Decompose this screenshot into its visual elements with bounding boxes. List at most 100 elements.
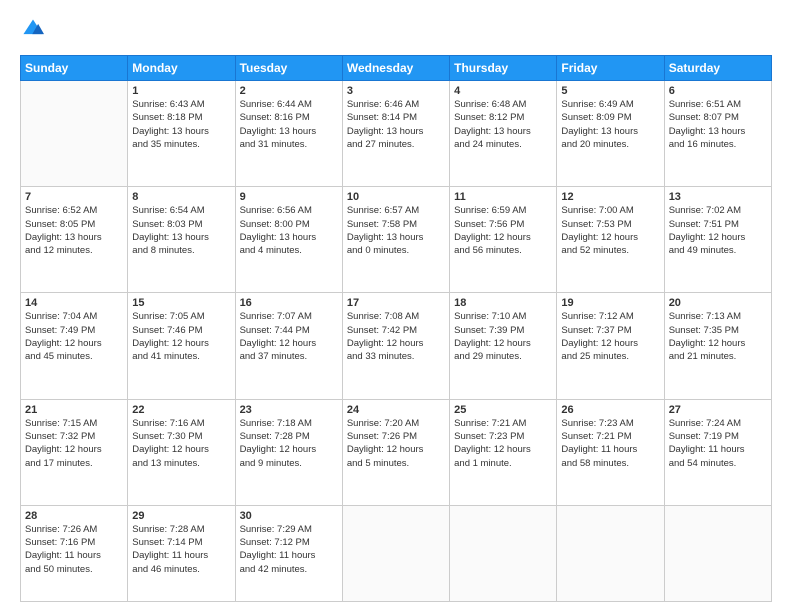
day-number: 29 (132, 510, 230, 522)
calendar-day-header: Sunday (21, 56, 128, 81)
day-number: 9 (240, 191, 338, 203)
day-info: Sunrise: 7:00 AMSunset: 7:53 PMDaylight:… (561, 204, 659, 257)
day-number: 30 (240, 510, 338, 522)
day-info: Sunrise: 7:15 AMSunset: 7:32 PMDaylight:… (25, 417, 123, 470)
calendar-day-cell: 28Sunrise: 7:26 AMSunset: 7:16 PMDayligh… (21, 505, 128, 601)
day-number: 1 (132, 85, 230, 97)
calendar-day-cell (342, 505, 449, 601)
day-info: Sunrise: 6:52 AMSunset: 8:05 PMDaylight:… (25, 204, 123, 257)
calendar-day-header: Monday (128, 56, 235, 81)
calendar-day-header: Tuesday (235, 56, 342, 81)
day-number: 3 (347, 85, 445, 97)
day-number: 23 (240, 404, 338, 416)
calendar-day-cell: 26Sunrise: 7:23 AMSunset: 7:21 PMDayligh… (557, 399, 664, 505)
calendar-day-header: Friday (557, 56, 664, 81)
calendar-day-cell: 12Sunrise: 7:00 AMSunset: 7:53 PMDayligh… (557, 187, 664, 293)
day-info: Sunrise: 7:13 AMSunset: 7:35 PMDaylight:… (669, 310, 767, 363)
day-info: Sunrise: 6:44 AMSunset: 8:16 PMDaylight:… (240, 98, 338, 151)
logo (20, 18, 46, 45)
day-number: 2 (240, 85, 338, 97)
day-info: Sunrise: 6:56 AMSunset: 8:00 PMDaylight:… (240, 204, 338, 257)
calendar-day-cell: 20Sunrise: 7:13 AMSunset: 7:35 PMDayligh… (664, 293, 771, 399)
day-number: 6 (669, 85, 767, 97)
calendar-week-row: 7Sunrise: 6:52 AMSunset: 8:05 PMDaylight… (21, 187, 772, 293)
calendar-day-cell: 4Sunrise: 6:48 AMSunset: 8:12 PMDaylight… (450, 81, 557, 187)
day-number: 22 (132, 404, 230, 416)
calendar-week-row: 1Sunrise: 6:43 AMSunset: 8:18 PMDaylight… (21, 81, 772, 187)
day-number: 25 (454, 404, 552, 416)
calendar-day-cell: 21Sunrise: 7:15 AMSunset: 7:32 PMDayligh… (21, 399, 128, 505)
day-info: Sunrise: 7:04 AMSunset: 7:49 PMDaylight:… (25, 310, 123, 363)
day-number: 8 (132, 191, 230, 203)
day-number: 19 (561, 297, 659, 309)
day-info: Sunrise: 7:24 AMSunset: 7:19 PMDaylight:… (669, 417, 767, 470)
calendar-day-cell: 30Sunrise: 7:29 AMSunset: 7:12 PMDayligh… (235, 505, 342, 601)
day-number: 18 (454, 297, 552, 309)
calendar-header-row: SundayMondayTuesdayWednesdayThursdayFrid… (21, 56, 772, 81)
calendar-day-header: Wednesday (342, 56, 449, 81)
calendar-day-cell: 5Sunrise: 6:49 AMSunset: 8:09 PMDaylight… (557, 81, 664, 187)
calendar-day-cell: 19Sunrise: 7:12 AMSunset: 7:37 PMDayligh… (557, 293, 664, 399)
calendar-day-cell (557, 505, 664, 601)
calendar-day-cell: 15Sunrise: 7:05 AMSunset: 7:46 PMDayligh… (128, 293, 235, 399)
day-info: Sunrise: 6:43 AMSunset: 8:18 PMDaylight:… (132, 98, 230, 151)
calendar-day-cell: 3Sunrise: 6:46 AMSunset: 8:14 PMDaylight… (342, 81, 449, 187)
calendar-day-header: Thursday (450, 56, 557, 81)
day-info: Sunrise: 7:23 AMSunset: 7:21 PMDaylight:… (561, 417, 659, 470)
calendar-day-cell: 1Sunrise: 6:43 AMSunset: 8:18 PMDaylight… (128, 81, 235, 187)
calendar-day-cell: 27Sunrise: 7:24 AMSunset: 7:19 PMDayligh… (664, 399, 771, 505)
day-number: 20 (669, 297, 767, 309)
day-info: Sunrise: 7:16 AMSunset: 7:30 PMDaylight:… (132, 417, 230, 470)
calendar-day-cell: 18Sunrise: 7:10 AMSunset: 7:39 PMDayligh… (450, 293, 557, 399)
calendar-day-cell: 10Sunrise: 6:57 AMSunset: 7:58 PMDayligh… (342, 187, 449, 293)
day-number: 28 (25, 510, 123, 522)
calendar-day-cell (450, 505, 557, 601)
calendar-day-header: Saturday (664, 56, 771, 81)
day-info: Sunrise: 7:12 AMSunset: 7:37 PMDaylight:… (561, 310, 659, 363)
day-number: 14 (25, 297, 123, 309)
day-info: Sunrise: 7:21 AMSunset: 7:23 PMDaylight:… (454, 417, 552, 470)
day-number: 5 (561, 85, 659, 97)
calendar-week-row: 21Sunrise: 7:15 AMSunset: 7:32 PMDayligh… (21, 399, 772, 505)
calendar-day-cell: 25Sunrise: 7:21 AMSunset: 7:23 PMDayligh… (450, 399, 557, 505)
day-info: Sunrise: 6:48 AMSunset: 8:12 PMDaylight:… (454, 98, 552, 151)
day-info: Sunrise: 7:28 AMSunset: 7:14 PMDaylight:… (132, 523, 230, 576)
calendar-day-cell: 16Sunrise: 7:07 AMSunset: 7:44 PMDayligh… (235, 293, 342, 399)
day-info: Sunrise: 7:18 AMSunset: 7:28 PMDaylight:… (240, 417, 338, 470)
calendar-day-cell: 17Sunrise: 7:08 AMSunset: 7:42 PMDayligh… (342, 293, 449, 399)
calendar-day-cell: 14Sunrise: 7:04 AMSunset: 7:49 PMDayligh… (21, 293, 128, 399)
day-number: 24 (347, 404, 445, 416)
day-info: Sunrise: 6:57 AMSunset: 7:58 PMDaylight:… (347, 204, 445, 257)
day-number: 13 (669, 191, 767, 203)
calendar-day-cell: 13Sunrise: 7:02 AMSunset: 7:51 PMDayligh… (664, 187, 771, 293)
logo-icon (22, 18, 44, 40)
day-number: 15 (132, 297, 230, 309)
day-info: Sunrise: 6:54 AMSunset: 8:03 PMDaylight:… (132, 204, 230, 257)
calendar-day-cell: 6Sunrise: 6:51 AMSunset: 8:07 PMDaylight… (664, 81, 771, 187)
calendar-table: SundayMondayTuesdayWednesdayThursdayFrid… (20, 55, 772, 602)
day-number: 7 (25, 191, 123, 203)
calendar-day-cell: 11Sunrise: 6:59 AMSunset: 7:56 PMDayligh… (450, 187, 557, 293)
day-info: Sunrise: 7:05 AMSunset: 7:46 PMDaylight:… (132, 310, 230, 363)
day-info: Sunrise: 6:51 AMSunset: 8:07 PMDaylight:… (669, 98, 767, 151)
calendar-day-cell: 24Sunrise: 7:20 AMSunset: 7:26 PMDayligh… (342, 399, 449, 505)
calendar-day-cell: 9Sunrise: 6:56 AMSunset: 8:00 PMDaylight… (235, 187, 342, 293)
calendar-day-cell: 29Sunrise: 7:28 AMSunset: 7:14 PMDayligh… (128, 505, 235, 601)
day-info: Sunrise: 6:59 AMSunset: 7:56 PMDaylight:… (454, 204, 552, 257)
day-info: Sunrise: 7:02 AMSunset: 7:51 PMDaylight:… (669, 204, 767, 257)
day-info: Sunrise: 7:26 AMSunset: 7:16 PMDaylight:… (25, 523, 123, 576)
calendar-day-cell: 2Sunrise: 6:44 AMSunset: 8:16 PMDaylight… (235, 81, 342, 187)
day-number: 17 (347, 297, 445, 309)
day-info: Sunrise: 7:10 AMSunset: 7:39 PMDaylight:… (454, 310, 552, 363)
day-number: 10 (347, 191, 445, 203)
calendar-day-cell: 7Sunrise: 6:52 AMSunset: 8:05 PMDaylight… (21, 187, 128, 293)
day-number: 4 (454, 85, 552, 97)
day-info: Sunrise: 6:49 AMSunset: 8:09 PMDaylight:… (561, 98, 659, 151)
page-header (20, 18, 772, 45)
calendar-day-cell: 22Sunrise: 7:16 AMSunset: 7:30 PMDayligh… (128, 399, 235, 505)
day-number: 26 (561, 404, 659, 416)
calendar-week-row: 28Sunrise: 7:26 AMSunset: 7:16 PMDayligh… (21, 505, 772, 601)
day-info: Sunrise: 7:20 AMSunset: 7:26 PMDaylight:… (347, 417, 445, 470)
day-number: 12 (561, 191, 659, 203)
calendar-day-cell (21, 81, 128, 187)
